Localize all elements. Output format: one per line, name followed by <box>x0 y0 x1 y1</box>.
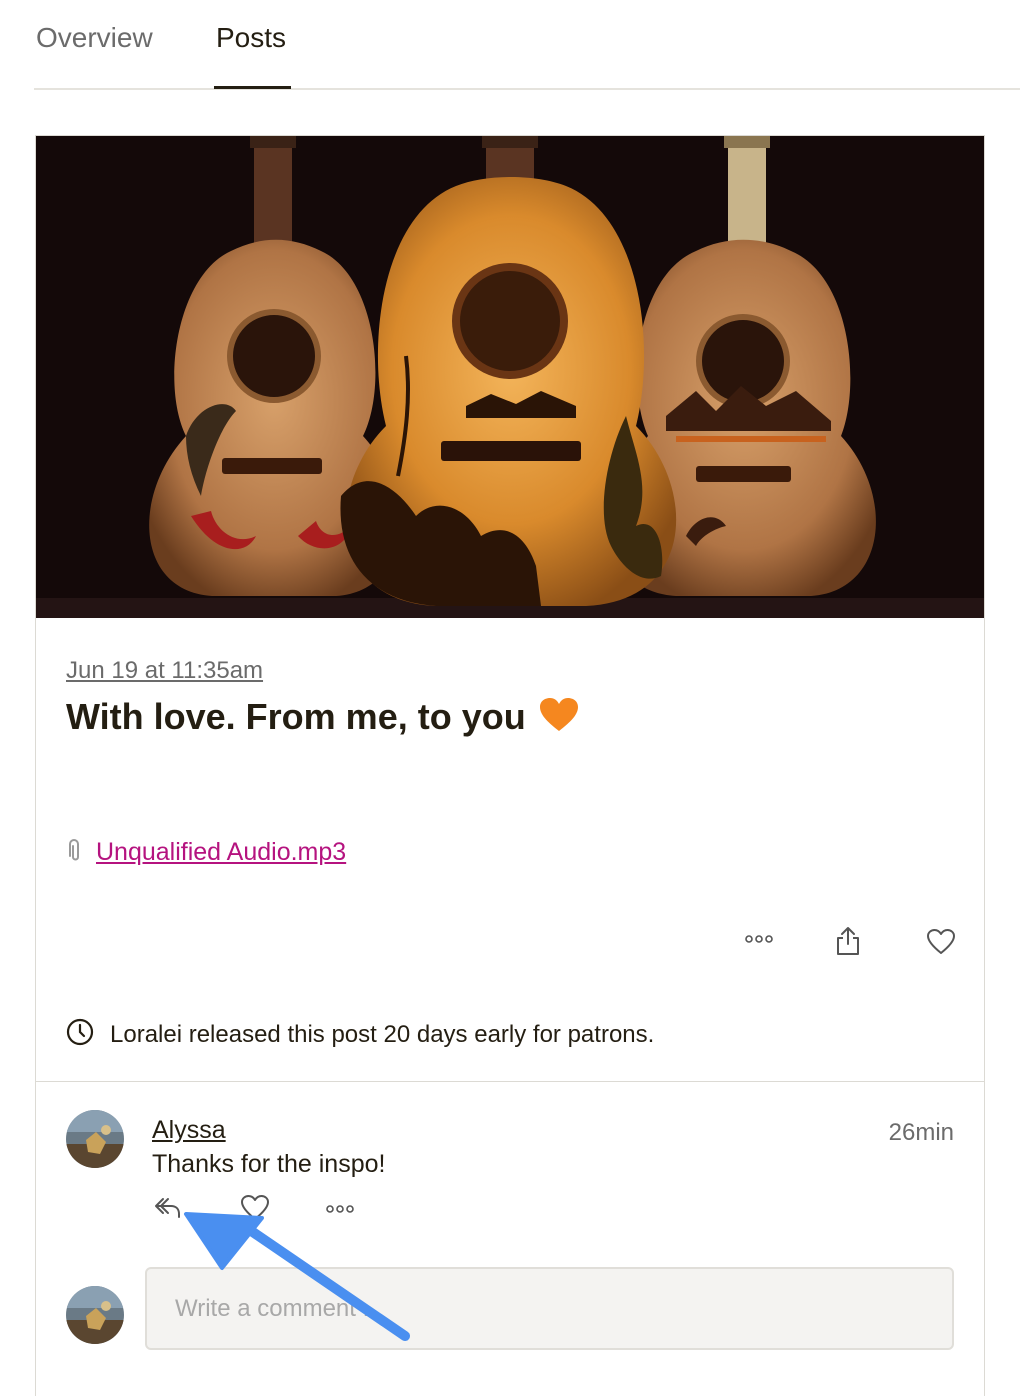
share-icon[interactable] <box>835 926 861 961</box>
guitars-illustration <box>36 136 984 618</box>
current-user-avatar <box>66 1286 124 1344</box>
comment-ellipsis-icon[interactable] <box>326 1202 354 1221</box>
early-release-note: Loralei released this post 20 days early… <box>66 1018 654 1051</box>
divider <box>36 1081 984 1082</box>
tab-bar: Overview Posts <box>34 0 1020 90</box>
post-date[interactable]: Jun 19 at 11:35am <box>66 657 263 685</box>
reply-icon[interactable] <box>153 1196 181 1225</box>
post-title: With love. From me, to you <box>66 696 578 741</box>
attachment: Unqualified Audio.mp3 <box>66 838 346 867</box>
comment-input[interactable]: Write a comment ... <box>145 1267 954 1350</box>
paperclip-icon <box>66 838 82 867</box>
commenter-avatar[interactable] <box>66 1110 124 1168</box>
tab-overview[interactable]: Overview <box>36 22 153 54</box>
tab-posts[interactable]: Posts <box>216 22 286 54</box>
comment-author[interactable]: Alyssa <box>152 1116 226 1145</box>
heart-outline-icon[interactable] <box>927 929 955 960</box>
orange-heart-icon <box>539 697 578 741</box>
post-title-text: With love. From me, to you <box>66 696 526 737</box>
post-card: Jun 19 at 11:35am With love. From me, to… <box>35 135 985 1396</box>
release-note-text: Loralei released this post 20 days early… <box>110 1020 655 1048</box>
ellipsis-icon[interactable] <box>745 932 773 951</box>
clock-icon <box>66 1018 94 1051</box>
post-image[interactable] <box>36 136 984 618</box>
comment-time: 26min <box>888 1119 954 1146</box>
comment-text: Thanks for the inspo! <box>152 1150 386 1178</box>
comment-heart-icon[interactable] <box>240 1195 270 1226</box>
attachment-link[interactable]: Unqualified Audio.mp3 <box>96 838 346 867</box>
active-tab-indicator <box>214 86 291 89</box>
